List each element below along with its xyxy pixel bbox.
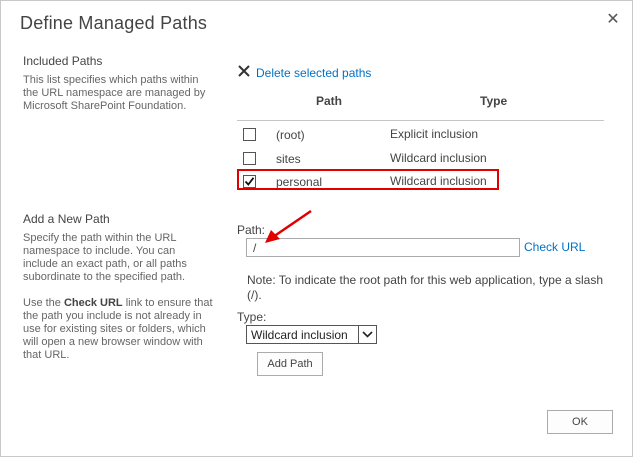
row-path: (root) (276, 128, 305, 142)
x-icon (238, 65, 250, 80)
add-new-path-desc2: Use the Check URL link to ensure that th… (23, 297, 213, 362)
included-paths-description: This list specifies which paths within t… (23, 74, 213, 113)
column-header-type: Type (480, 94, 508, 108)
header-divider (237, 120, 604, 121)
row-path: sites (276, 152, 301, 166)
red-highlight-box (237, 169, 499, 190)
row-checkbox[interactable] (243, 152, 256, 165)
delete-selected-paths-link[interactable]: Delete selected paths (238, 65, 371, 80)
check-url-link[interactable]: Check URL (524, 240, 585, 254)
desc2-bold: Check URL (63, 297, 123, 309)
row-type: Explicit inclusion (390, 127, 479, 141)
add-path-button[interactable]: Add Path (257, 352, 323, 376)
chevron-down-icon (358, 326, 376, 343)
included-paths-desc-text: This list specifies which paths within t… (23, 74, 206, 112)
included-paths-section: Included Paths This list specifies which… (23, 54, 213, 126)
type-dropdown-value: Wildcard inclusion (251, 328, 348, 342)
root-path-note: Note: To indicate the root path for this… (247, 273, 603, 302)
column-header-path: Path (316, 94, 343, 108)
close-icon[interactable]: ✕ (605, 12, 621, 28)
add-new-path-title: Add a New Path (23, 212, 110, 226)
define-managed-paths-dialog: Define Managed Paths ✕ Included Paths Th… (0, 0, 633, 457)
row-type: Wildcard inclusion (390, 151, 487, 165)
type-label: Type: (237, 310, 267, 324)
included-paths-title: Included Paths (23, 54, 103, 68)
add-new-path-desc1: Specify the path within the URL namespac… (23, 232, 187, 283)
delete-selected-paths-label: Delete selected paths (256, 65, 372, 80)
type-dropdown[interactable]: Wildcard inclusion (246, 325, 377, 344)
table-row: (root) Explicit inclusion (237, 124, 604, 146)
add-new-path-description: Specify the path within the URL namespac… (23, 232, 213, 362)
add-new-path-section: Add a New Path Specify the path within t… (23, 212, 213, 375)
red-arrow-annotation (265, 209, 312, 243)
ok-button[interactable]: OK (547, 410, 613, 434)
dialog-title: Define Managed Paths (20, 13, 208, 33)
desc2-pre: Use the (23, 297, 64, 309)
row-checkbox[interactable] (243, 128, 256, 141)
table-row: sites Wildcard inclusion (237, 148, 604, 170)
